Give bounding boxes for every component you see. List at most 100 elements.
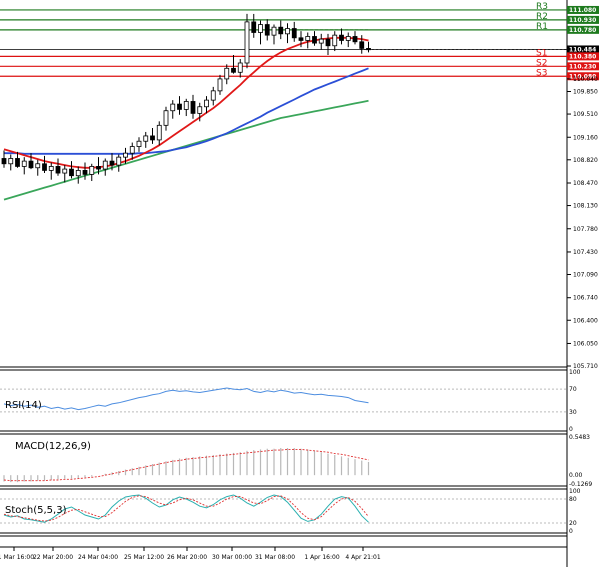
candle-bull [224,67,230,80]
candle-bull [163,110,169,126]
candle-bull [271,26,277,36]
candle-bull [285,28,290,35]
candle-bull [48,166,54,171]
level-value: 110.380 [569,54,596,61]
candle-bear [15,158,20,167]
candle-bull [305,36,311,41]
price-tick-label: 107.780 [573,226,598,233]
candle-bull [123,152,128,158]
candle-bear [69,168,74,177]
candle-bull [318,38,324,44]
candle-bear [251,21,257,33]
time-tick-label: 30 Mar 00:00 [212,554,252,561]
candle-bull [197,106,203,114]
candle-bear [96,166,101,170]
candle-bull [116,156,122,166]
candle-bull [35,163,41,169]
rsi-tick-label: 0 [569,426,573,433]
stoch-tick-label: 0 [569,528,573,535]
time-tick-label: 26 Mar 20:00 [167,554,207,561]
price-tick-label: 106.740 [573,295,598,302]
macd-tick-label: 0.00 [569,472,583,479]
time-tick-label: 24 Mar 04:00 [78,554,118,561]
candle-bull [170,103,176,112]
candle-bull [237,62,243,73]
candle-bear [109,160,115,166]
time-tick-label: 21 Mar 16:00 [0,554,34,561]
candle-bull [244,21,250,64]
candle-bear [352,36,358,43]
candle-bull [102,160,108,170]
time-tick-label: 25 Mar 12:00 [124,554,164,561]
candle-bull [156,124,162,141]
macd-panel: 0.5483 0.00 -0.1269 [3,434,592,488]
level-value: 111.080 [569,7,596,14]
candle-bear [339,34,344,41]
candle-bear [298,37,304,41]
price-tick-label: 108.820 [573,157,598,164]
candle-bear [177,103,182,110]
candle-bull [210,90,216,101]
candle-bear [312,36,317,44]
candle-bear [82,170,88,175]
level-value: 110.780 [569,27,596,34]
candle-bull [204,99,209,108]
candle-bear [28,160,34,169]
candle-bull [21,160,27,167]
candle-bull [129,146,135,154]
level-value: 110.230 [569,64,596,71]
price-tick-label: 108.130 [573,203,598,210]
candle-bear [278,26,284,35]
price-tick-label: 107.090 [573,272,598,279]
candlesticks [1,13,567,184]
price-axis-ticks: 110.040 109.850 109.510 109.160 108.820 108.4… [567,76,598,370]
candle-bear [150,135,155,141]
stoch-tick-label: 100 [569,488,581,495]
level-name: R1 [536,22,548,32]
macd-tick-label: -0.1269 [569,481,592,488]
candle-bear [231,67,236,73]
stoch-tick-label: 20 [569,520,577,527]
candle-bull [332,34,338,47]
candle-bear [1,158,7,165]
price-tick-label: 110.040 [573,76,598,83]
macd-label: MACD(12,26,9) [15,441,91,452]
rsi-tick-label: 100 [569,369,581,376]
time-tick-label: 31 Mar 08:00 [255,554,295,561]
candle-bear [55,166,61,174]
macd-tick-label: 0.5483 [569,434,590,441]
candle-bear [264,24,270,36]
stoch-panel: 10080 200 [0,488,581,535]
candle-bull [75,170,81,177]
candle-bull [183,101,189,110]
level-name: S3 [536,68,547,78]
pivot-levels: 111.080R3110.930R2110.780R1110.484110.38… [0,2,599,80]
price-tick-label: 106.400 [573,317,598,324]
time-tick-label: 22 Mar 20:00 [33,554,73,561]
candle-bull [258,24,263,33]
level-value: 110.930 [569,17,596,24]
time-tick-label: 4 Apr 21:01 [345,554,380,561]
candle-bull [345,36,351,41]
price-tick-label: 109.850 [573,89,598,96]
candle-bull [136,140,142,147]
price-tick-label: 107.430 [573,249,598,256]
level-name: S2 [536,58,547,68]
price-tick-label: 108.470 [573,180,598,187]
candle-bear [190,101,196,114]
rsi-tick-label: 30 [569,409,577,416]
time-axis: 21 Mar 16:0022 Mar 20:00 24 Mar 04:00 25 M… [0,547,381,561]
candle-bear [291,28,297,39]
price-tick-label: 106.050 [573,340,598,347]
candle-bear [325,38,331,47]
candle-bull [8,158,14,165]
rsi-line [3,387,369,411]
level-name: R3 [536,2,548,12]
stoch-label: Stoch(5,5,3) [5,505,67,516]
candle-bull [143,135,149,142]
time-tick-label: 1 Apr 16:00 [304,554,339,561]
chart-svg: 111.080R3110.930R2110.780R1110.484110.38… [0,0,599,567]
price-tick-label: 109.160 [573,134,598,141]
candle-bear [359,41,365,49]
rsi-tick-label: 70 [569,386,577,393]
